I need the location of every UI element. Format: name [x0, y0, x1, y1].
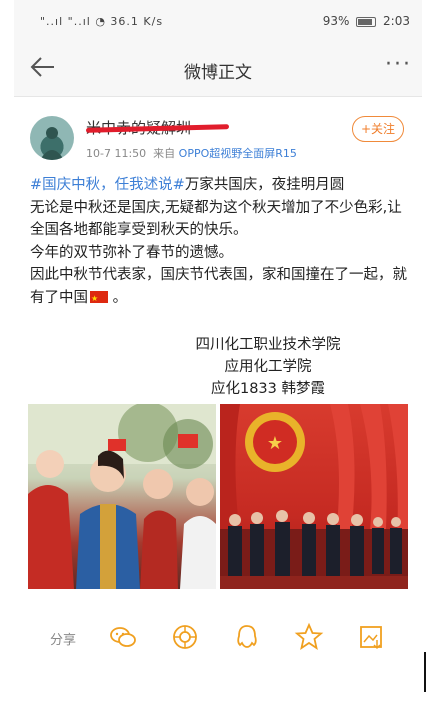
- share-label: 分享: [50, 633, 77, 648]
- ceremony-photo-image: ★: [220, 404, 408, 589]
- signature-college: 应用化工学院: [224, 359, 312, 375]
- qq-icon[interactable]: [232, 622, 262, 652]
- post-line-2: 无论是中秋还是国庆,无疑都为这个秋天增加了不少色彩,让全国各地都能享受到秋天的快…: [30, 199, 402, 239]
- clock: 2:03: [383, 14, 410, 28]
- post-timestamp: 10-7 11:50: [86, 147, 147, 160]
- china-flag-emoji-icon: [90, 288, 108, 310]
- page-title: 微博正文: [184, 63, 252, 83]
- post-line-3: 今年的双节弥补了春节的遗憾。: [30, 244, 233, 261]
- post-signature: 四川化工职业技术学院 应用化工学院 应化1833 韩梦霞: [14, 334, 422, 400]
- save-image-icon[interactable]: [356, 622, 386, 652]
- avatar[interactable]: [30, 116, 74, 160]
- post-line-4-text: 因此中秋节代表家，国庆节代表国，家和国撞在了一起，就有了中国: [30, 267, 407, 306]
- crowd-photo-image: [28, 404, 216, 589]
- wechat-icon[interactable]: [108, 622, 138, 652]
- hashtag-link[interactable]: #国庆中秋，任我述说#: [30, 177, 185, 193]
- post-line-4: 因此中秋节代表家，国庆节代表国，家和国撞在了一起，就有了中国 。: [30, 264, 414, 310]
- svg-text:★: ★: [267, 433, 283, 454]
- status-bar: "..ıl "..ıl ◔ 36.1 K/s 93% 2:03: [14, 0, 422, 40]
- avatar-figure-icon: [40, 127, 64, 160]
- battery-icon: [356, 16, 377, 27]
- post-image-2[interactable]: ★: [220, 404, 408, 589]
- post-source-link[interactable]: OPPO超视野全面屏R15: [179, 147, 297, 160]
- signature-school: 四川化工职业技术学院: [195, 337, 341, 353]
- post-image-1[interactable]: [28, 404, 216, 589]
- post-meta: 10-7 11:50 来自 OPPO超视野全面屏R15: [86, 145, 297, 161]
- moments-icon[interactable]: [170, 622, 200, 652]
- weibo-post-page: "..ıl "..ıl ◔ 36.1 K/s 93% 2:03 微博正文 ···…: [14, 0, 422, 705]
- battery-percent: 93%: [322, 14, 350, 28]
- top-nav: 微博正文 ···: [14, 40, 422, 97]
- signal-indicators: "..ıl "..ıl ◔ 36.1 K/s: [40, 15, 164, 28]
- signature-class: 应化1833 韩梦霞: [210, 381, 325, 397]
- favorite-star-icon[interactable]: [294, 622, 324, 652]
- status-right: 93% 2:03: [323, 14, 410, 28]
- post-line-4-end: 。: [112, 289, 128, 306]
- source-prefix: 来自: [153, 147, 176, 160]
- post-line-1: #国庆中秋，任我述说#万家共国庆，夜挂明月圆: [30, 174, 414, 197]
- share-action-bar: 分享: [14, 620, 422, 656]
- post-body: #国庆中秋，任我述说#万家共国庆，夜挂明月圆 无论是中秋还是国庆,无疑都为这个秋…: [30, 174, 414, 310]
- follow-button[interactable]: +关注: [351, 116, 404, 142]
- more-options-icon[interactable]: ···: [385, 52, 412, 77]
- post-line-1-text: 万家共国庆，夜挂明月圆: [184, 177, 345, 193]
- text-cursor: [424, 652, 426, 692]
